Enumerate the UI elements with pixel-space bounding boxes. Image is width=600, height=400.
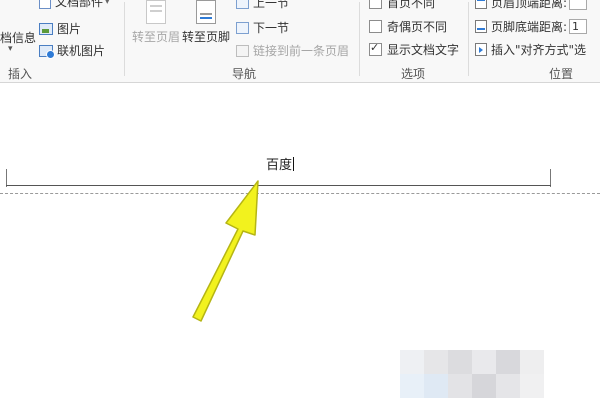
annotation-arrow-icon xyxy=(192,180,259,322)
arrow-shape xyxy=(192,180,259,322)
mosaic-blur xyxy=(400,350,545,400)
